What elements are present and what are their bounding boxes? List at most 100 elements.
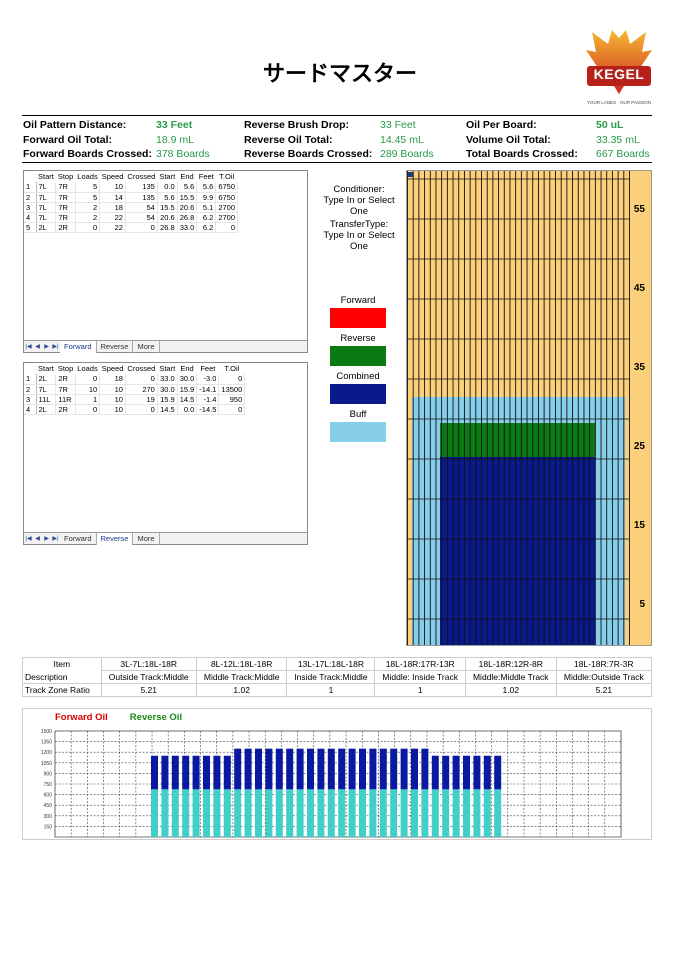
tab-more[interactable]: More xyxy=(133,532,160,545)
last-icon[interactable]: ▶| xyxy=(51,343,60,350)
table-cell[interactable]: 7R xyxy=(55,384,76,395)
table-cell[interactable]: 7R xyxy=(55,192,76,203)
table-cell[interactable]: 14.5 xyxy=(177,394,198,405)
table-cell[interactable]: 6.2 xyxy=(196,212,217,223)
table-cell[interactable]: 135 xyxy=(125,182,158,193)
table-cell[interactable]: 0 xyxy=(218,404,246,415)
table-cell[interactable]: 10 xyxy=(99,394,126,405)
table-cell[interactable]: 18 xyxy=(99,374,126,385)
table-cell[interactable]: 0 xyxy=(218,374,246,385)
table-cell[interactable]: 7L xyxy=(36,182,57,193)
table-cell[interactable]: -14.1 xyxy=(196,384,220,395)
table-cell[interactable]: 2 xyxy=(75,212,101,223)
table-cell[interactable]: 26.8 xyxy=(177,212,198,223)
column-header[interactable]: Stop xyxy=(56,171,75,182)
table-row[interactable]: 2 7L 7R 5 14 135 5.6 15.5 9.9 6750 xyxy=(24,192,238,203)
table-cell[interactable]: 10 xyxy=(99,384,126,395)
table-cell[interactable]: 10 xyxy=(99,182,126,193)
column-header[interactable]: End xyxy=(177,363,197,374)
table-cell[interactable]: 15.9 xyxy=(157,394,178,405)
table-cell[interactable]: 135 xyxy=(125,192,158,203)
conditioner-value[interactable]: Type In or Select xyxy=(314,195,404,206)
tab-more[interactable]: More xyxy=(133,340,160,353)
table-cell[interactable]: -1.4 xyxy=(196,394,220,405)
table-cell[interactable]: 7L xyxy=(36,384,57,395)
table-row[interactable]: 3 7L 7R 2 18 54 15.5 20.6 5.1 2700 xyxy=(24,202,238,213)
table-cell[interactable]: 19 xyxy=(125,394,158,405)
tab-reverse[interactable]: Reverse xyxy=(97,340,134,353)
table-cell[interactable]: 14.5 xyxy=(157,404,178,415)
table-cell[interactable]: 0 xyxy=(215,222,238,233)
column-header[interactable]: Speed xyxy=(100,171,126,182)
column-header[interactable]: Loads xyxy=(75,171,99,182)
table-cell[interactable]: 0.0 xyxy=(157,182,178,193)
table-cell[interactable]: 0 xyxy=(125,222,158,233)
table-cell[interactable]: 2R xyxy=(55,404,76,415)
table-cell[interactable]: 7R xyxy=(55,212,76,223)
table-cell[interactable]: 11L xyxy=(36,394,57,405)
table-cell[interactable]: 2L xyxy=(36,222,57,233)
column-header[interactable]: Start xyxy=(157,171,177,182)
table-cell[interactable]: 13500 xyxy=(218,384,246,395)
table-cell[interactable]: 6.2 xyxy=(196,222,217,233)
table-cell[interactable]: 2R xyxy=(55,374,76,385)
tab-reverse[interactable]: Reverse xyxy=(96,532,134,545)
table-cell[interactable]: 6750 xyxy=(215,182,238,193)
table-cell[interactable]: 18 xyxy=(99,202,126,213)
table-cell[interactable]: -3.0 xyxy=(196,374,220,385)
first-icon[interactable]: |◀ xyxy=(24,343,33,350)
table-cell[interactable]: 2700 xyxy=(215,212,238,223)
tab-forward[interactable]: Forward xyxy=(60,532,97,545)
table-cell[interactable]: 30.0 xyxy=(157,384,178,395)
table-cell[interactable]: 54 xyxy=(125,202,158,213)
table-cell[interactable]: 2700 xyxy=(215,202,238,213)
transfer-type-value[interactable]: Type In or Select xyxy=(314,230,404,241)
table-cell[interactable]: 33.0 xyxy=(177,222,198,233)
table-cell[interactable]: 5.6 xyxy=(157,192,178,203)
table-cell[interactable]: 14 xyxy=(99,192,126,203)
tab-forward[interactable]: Forward xyxy=(60,340,97,353)
table-cell[interactable]: 10 xyxy=(99,404,126,415)
table-row[interactable]: 4 7L 7R 2 22 54 20.6 26.8 6.2 2700 xyxy=(24,212,238,223)
table-cell[interactable]: 7L xyxy=(36,212,57,223)
table-row[interactable]: 1 2L 2R 0 18 0 33.0 30.0 -3.0 0 xyxy=(24,374,246,385)
table-cell[interactable]: 270 xyxy=(125,384,158,395)
table-cell[interactable]: 15.9 xyxy=(177,384,198,395)
column-header[interactable]: Stop xyxy=(56,363,75,374)
column-header[interactable]: Feet xyxy=(197,363,219,374)
table-cell[interactable]: 15.5 xyxy=(177,192,198,203)
table-cell[interactable]: 950 xyxy=(218,394,246,405)
table-cell[interactable]: 30.0 xyxy=(177,374,198,385)
table-cell[interactable]: 2R xyxy=(55,222,76,233)
column-header[interactable]: Start xyxy=(36,363,56,374)
table-cell[interactable]: 1 xyxy=(75,394,101,405)
table-cell[interactable]: 7R xyxy=(55,182,76,193)
column-header[interactable]: T.Oil xyxy=(216,171,238,182)
table-cell[interactable]: 0 xyxy=(75,222,101,233)
column-header[interactable]: Start xyxy=(157,363,177,374)
table-cell[interactable]: 20.6 xyxy=(177,202,198,213)
column-header[interactable]: Loads xyxy=(75,363,99,374)
table-cell[interactable]: 5 xyxy=(75,182,101,193)
table-cell[interactable]: 5.6 xyxy=(177,182,198,193)
table-cell[interactable]: 0 xyxy=(125,404,158,415)
table-cell[interactable]: 7L xyxy=(36,202,57,213)
prev-icon[interactable]: ◀ xyxy=(33,535,42,542)
table-cell[interactable]: 11R xyxy=(55,394,76,405)
table-cell[interactable]: 54 xyxy=(125,212,158,223)
column-header[interactable]: Start xyxy=(36,171,56,182)
table-cell[interactable]: 10 xyxy=(75,384,101,395)
column-header[interactable]: Speed xyxy=(100,363,126,374)
table-cell[interactable]: 0 xyxy=(75,374,101,385)
last-icon[interactable]: ▶| xyxy=(51,535,60,542)
table-cell[interactable]: 5.1 xyxy=(196,202,217,213)
table-cell[interactable]: 22 xyxy=(99,222,126,233)
column-header[interactable]: T.Oil xyxy=(219,363,245,374)
table-cell[interactable]: 0 xyxy=(125,374,158,385)
column-header[interactable]: End xyxy=(177,171,197,182)
next-icon[interactable]: ▶ xyxy=(42,343,51,350)
table-cell[interactable]: 7L xyxy=(36,192,57,203)
column-header[interactable]: Feet xyxy=(197,171,216,182)
column-header[interactable]: Crossed xyxy=(125,171,157,182)
table-cell[interactable]: 7R xyxy=(55,202,76,213)
